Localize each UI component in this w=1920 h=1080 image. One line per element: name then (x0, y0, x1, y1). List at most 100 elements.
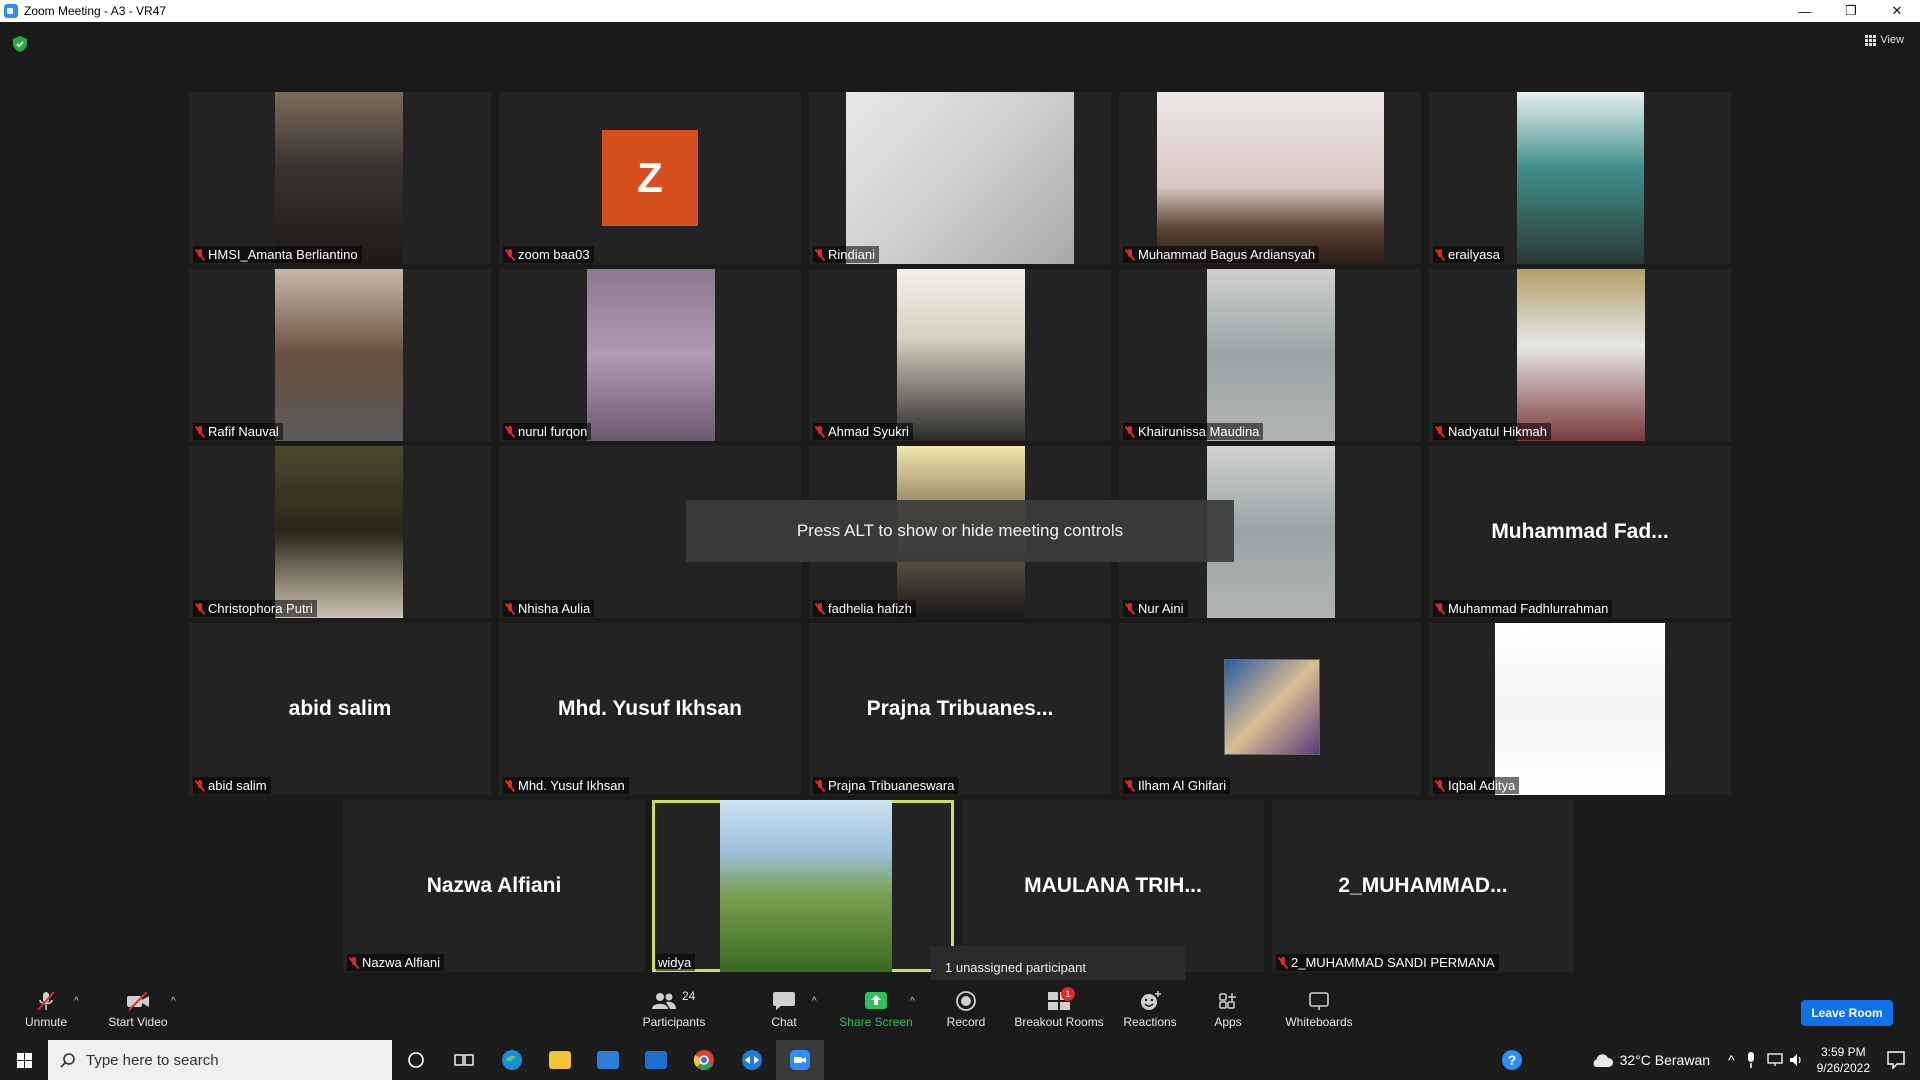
participant-tile[interactable]: Prajna Tribuanes... Prajna Tribuaneswara (809, 623, 1111, 795)
apps-label: Apps (1214, 1015, 1242, 1029)
mic-muted-icon (195, 248, 205, 261)
record-button[interactable]: Record (940, 980, 992, 1040)
participant-display-name: abid salim (288, 697, 392, 720)
mic-muted-icon (195, 602, 205, 615)
participant-tile[interactable]: erailyasa (1429, 92, 1731, 264)
taskbar-search-input[interactable]: Type here to search (48, 1040, 392, 1080)
chrome-icon[interactable] (680, 1040, 728, 1080)
participant-name-label: Mhd. Yusuf Ikhsan (503, 777, 629, 794)
participant-name: abid salim (208, 778, 267, 793)
video-off-icon (127, 991, 149, 1011)
chat-button[interactable]: Chat (762, 980, 806, 1040)
tray-expand-icon[interactable]: ^ (1728, 1052, 1735, 1068)
participant-video (587, 269, 715, 441)
participant-tile[interactable]: Zzoom baa03 (499, 92, 801, 264)
network-icon[interactable] (1766, 1053, 1783, 1067)
participant-tile[interactable]: Iqbal Aditya (1429, 623, 1731, 795)
teamviewer-icon[interactable] (728, 1040, 776, 1080)
participant-name-label: Nazwa Alfiani (347, 954, 445, 971)
participant-video (1517, 92, 1644, 264)
mic-muted-icon (1125, 425, 1135, 438)
participant-tile[interactable]: abid salim abid salim (189, 623, 491, 795)
participant-tile[interactable]: Muhammad Bagus Ardiansyah (1119, 92, 1421, 264)
unmute-button[interactable]: Unmute (22, 980, 70, 1040)
view-button[interactable]: View (1865, 34, 1904, 46)
taskbar-clock[interactable]: 3:59 PM 9/26/2022 (1817, 1044, 1870, 1076)
participant-tile[interactable]: HMSI_Amanta Berliantino (189, 92, 491, 264)
participant-name: Ahmad Syukri (828, 424, 909, 439)
start-video-button[interactable]: Start Video (106, 980, 170, 1040)
participant-tile[interactable]: Ahmad Syukri (809, 269, 1111, 441)
share-options-caret-icon[interactable]: ^ (910, 996, 915, 1007)
restore-button[interactable]: ❐ (1828, 0, 1874, 22)
reactions-button[interactable]: Reactions (1122, 980, 1178, 1040)
participant-display-name: Prajna Tribuanes... (866, 697, 1054, 720)
participant-tile[interactable]: nurul furqon (499, 269, 801, 441)
participant-name: Khairunissa Maudina (1138, 424, 1260, 439)
participant-video (1157, 92, 1384, 264)
participant-name: zoom baa03 (518, 247, 590, 262)
volume-icon[interactable] (1789, 1053, 1805, 1067)
whiteboard-icon (1309, 992, 1329, 1010)
mic-muted-icon (37, 991, 55, 1011)
windows-taskbar: Type here to search ? 32°C Berawan ^ 3:5… (0, 1040, 1920, 1080)
mic-muted-icon (505, 425, 515, 438)
participant-name-label: Ilham Al Ghifari (1123, 777, 1231, 794)
whiteboards-button[interactable]: Whiteboards (1282, 980, 1356, 1040)
participant-name-label: Nadyatul Hikmah (1433, 423, 1551, 440)
participant-tile[interactable]: Ilham Al Ghifari (1119, 623, 1421, 795)
breakout-rooms-button[interactable]: 1 Breakout Rooms (1012, 980, 1106, 1040)
mic-muted-icon (1278, 956, 1288, 969)
share-screen-button[interactable]: Share Screen (836, 980, 916, 1040)
breakout-rooms-label: Breakout Rooms (1014, 1015, 1104, 1029)
mail-icon[interactable] (632, 1040, 680, 1080)
task-view-icon[interactable] (440, 1040, 488, 1080)
minimize-button[interactable]: — (1782, 0, 1828, 22)
security-shield-icon[interactable] (13, 36, 27, 52)
notifications-icon[interactable] (1886, 1050, 1906, 1070)
mic-muted-icon (1125, 602, 1135, 615)
leave-room-button[interactable]: Leave Room (1801, 1000, 1893, 1026)
participant-name-label: Rafif Nauval (193, 423, 283, 440)
participant-tile[interactable]: Rindiani (809, 92, 1111, 264)
mic-muted-icon (815, 779, 825, 792)
participant-tile[interactable]: Christophora Putri (189, 446, 491, 618)
microsoft-store-icon[interactable] (584, 1040, 632, 1080)
participant-tile[interactable]: 2_MUHAMMAD... 2_MUHAMMAD SANDI PERMANA (1272, 800, 1574, 972)
participant-tile[interactable]: widya (652, 800, 954, 972)
help-icon[interactable]: ? (1500, 1048, 1524, 1072)
participant-display-name: Nazwa Alfiani (426, 874, 562, 897)
participant-name: Muhammad Bagus Ardiansyah (1138, 247, 1316, 262)
file-explorer-icon[interactable] (536, 1040, 584, 1080)
edge-browser-icon[interactable] (488, 1040, 536, 1080)
cortana-icon[interactable] (392, 1040, 440, 1080)
participant-name-label: erailyasa (1433, 246, 1505, 263)
chat-options-caret-icon[interactable]: ^ (812, 996, 817, 1007)
windows-start-icon[interactable] (0, 1040, 48, 1080)
participant-name: Mhd. Yusuf Ikhsan (518, 778, 625, 793)
audio-options-caret-icon[interactable]: ^ (74, 996, 79, 1007)
zoom-taskbar-icon[interactable] (776, 1040, 824, 1080)
participant-tile[interactable]: Khairunissa Maudina (1119, 269, 1421, 441)
microphone-icon[interactable] (1745, 1052, 1757, 1068)
participants-label: Participants (642, 1015, 706, 1029)
participant-tile[interactable]: Nazwa Alfiani Nazwa Alfiani (343, 800, 645, 972)
participant-tile[interactable]: Muhammad Fad... Muhammad Fadhlurrahman (1429, 446, 1731, 618)
mic-muted-icon (1435, 425, 1445, 438)
video-options-caret-icon[interactable]: ^ (171, 996, 176, 1007)
participant-tile[interactable]: Rafif Nauval (189, 269, 491, 441)
close-button[interactable]: ✕ (1874, 0, 1920, 22)
participant-tile[interactable]: Mhd. Yusuf Ikhsan Mhd. Yusuf Ikhsan (499, 623, 801, 795)
participant-name: fadhelia hafizh (828, 601, 912, 616)
participant-name-label: Iqbal Aditya (1433, 777, 1520, 794)
mic-muted-icon (815, 602, 825, 615)
participant-name-label: zoom baa03 (503, 246, 594, 263)
participant-video (1517, 269, 1645, 441)
weather-text[interactable]: 32°C Berawan (1620, 1052, 1710, 1068)
apps-button[interactable]: Apps (1208, 980, 1248, 1040)
participant-name-label: Nur Aini (1123, 600, 1188, 617)
participant-tile[interactable]: Nadyatul Hikmah (1429, 269, 1731, 441)
window-controls: — ❐ ✕ (1782, 0, 1920, 22)
participants-button[interactable]: 24 Participants (636, 980, 712, 1040)
mic-muted-icon (1125, 779, 1135, 792)
